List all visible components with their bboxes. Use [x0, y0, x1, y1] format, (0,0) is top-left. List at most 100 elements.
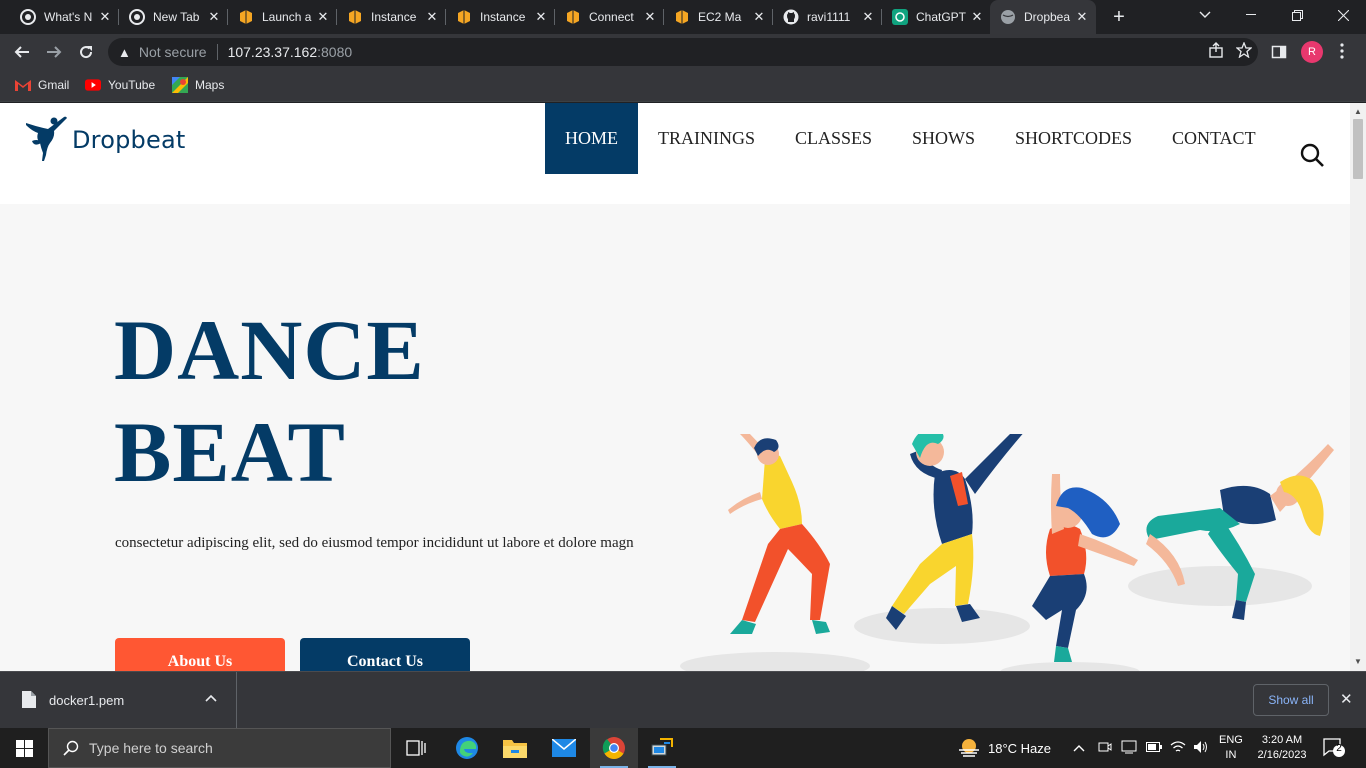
file-explorer-icon[interactable]: [491, 728, 539, 768]
nav-shortcodes[interactable]: SHORTCODES: [995, 103, 1152, 174]
tab-search-chevron-icon[interactable]: [1182, 0, 1228, 30]
close-tab-icon[interactable]: ✕: [969, 9, 985, 25]
minimize-button[interactable]: [1228, 0, 1274, 30]
page-scrollbar[interactable]: ▲ ▼: [1350, 103, 1366, 671]
tab-ec2[interactable]: EC2 Ma ✕: [664, 0, 773, 34]
warning-icon[interactable]: ▲: [118, 45, 131, 60]
tab-chatgpt[interactable]: ChatGPT ✕: [882, 0, 991, 34]
windows-taskbar: Type here to search 18°C Haze ENG IN 3:2…: [0, 728, 1366, 768]
close-tab-icon[interactable]: ✕: [97, 9, 113, 25]
aws-box-icon: [238, 9, 254, 25]
battery-icon[interactable]: [1146, 740, 1162, 755]
scroll-down-arrow-icon[interactable]: ▼: [1354, 657, 1362, 666]
haze-sun-icon: [959, 739, 979, 757]
chevron-up-icon[interactable]: [205, 691, 217, 705]
close-tab-icon[interactable]: ✕: [642, 9, 658, 25]
more-menu-icon[interactable]: [1340, 43, 1344, 64]
brand-name: Dropbeat: [72, 126, 186, 154]
search-icon: [63, 740, 79, 756]
dancer-logo-icon: [26, 116, 67, 161]
nav-contact[interactable]: CONTACT: [1152, 103, 1276, 174]
tab-instances-1[interactable]: Instance ✕: [337, 0, 446, 34]
tab-new-tab[interactable]: New Tab ✕: [119, 0, 228, 34]
chrome-taskbar-icon[interactable]: [590, 728, 638, 768]
tab-dropbeat[interactable]: Dropbea ✕: [990, 0, 1096, 34]
chrome-icon: [129, 9, 145, 25]
close-tab-icon[interactable]: ✕: [751, 9, 767, 25]
hero-title: DANCE BEAT: [114, 302, 425, 500]
hero-description: consectetur adipiscing elit, sed do eius…: [115, 535, 634, 551]
system-clock[interactable]: 3:20 AM 2/16/2023: [1253, 733, 1311, 763]
contact-us-button[interactable]: Contact Us: [300, 638, 470, 671]
close-shelf-icon[interactable]: ✕: [1340, 690, 1353, 708]
download-filename: docker1.pem: [49, 693, 125, 708]
close-tab-icon[interactable]: ✕: [533, 9, 549, 25]
close-tab-icon[interactable]: ✕: [424, 9, 440, 25]
url-port: :8080: [317, 44, 353, 60]
forward-button[interactable]: [41, 39, 67, 65]
bookmark-youtube[interactable]: YouTube: [85, 77, 155, 93]
site-logo[interactable]: Dropbeat: [24, 115, 185, 165]
aws-box-icon: [674, 9, 690, 25]
wifi-icon[interactable]: [1170, 740, 1186, 757]
task-view-icon[interactable]: [392, 728, 440, 768]
nav-shows[interactable]: SHOWS: [892, 103, 995, 174]
volume-icon[interactable]: [1193, 740, 1209, 757]
close-tab-icon[interactable]: ✕: [315, 9, 331, 25]
bookmark-maps[interactable]: Maps: [172, 77, 224, 93]
url-host: 107.23.37.162: [227, 44, 318, 60]
gmail-icon: [15, 77, 31, 93]
mail-icon[interactable]: [540, 728, 588, 768]
meet-now-icon[interactable]: [1098, 740, 1112, 757]
tab-github[interactable]: ravi1111 ✕: [773, 0, 882, 34]
profile-avatar[interactable]: R: [1301, 41, 1323, 63]
show-all-button[interactable]: Show all: [1253, 684, 1329, 716]
tab-strip: What's N ✕ New Tab ✕ Launch a ✕ Instance…: [0, 0, 1366, 34]
close-window-button[interactable]: [1320, 0, 1366, 30]
bookmark-gmail[interactable]: Gmail: [15, 77, 69, 93]
scrollbar-thumb[interactable]: [1353, 119, 1363, 179]
remote-connection-icon[interactable]: [638, 728, 686, 768]
notification-center-icon[interactable]: 2: [1323, 738, 1345, 763]
bookmarks-bar: Gmail YouTube Maps: [0, 70, 1366, 102]
address-bar[interactable]: ▲ Not secure 107.23.37.162:8080: [108, 38, 1258, 66]
new-tab-button[interactable]: +: [1108, 6, 1130, 28]
share-icon[interactable]: [1208, 42, 1224, 63]
search-icon[interactable]: [1300, 143, 1324, 172]
chrome-icon: [20, 9, 36, 25]
tab-whats-new[interactable]: What's N ✕: [10, 0, 119, 34]
browser-toolbar: ▲ Not secure 107.23.37.162:8080 R: [0, 34, 1366, 70]
taskbar-search-input[interactable]: Type here to search: [48, 728, 391, 768]
bookmark-star-icon[interactable]: [1235, 41, 1253, 63]
close-tab-icon[interactable]: ✕: [860, 9, 876, 25]
aws-box-icon: [347, 9, 363, 25]
close-tab-icon[interactable]: ✕: [206, 9, 222, 25]
language-indicator[interactable]: ENG IN: [1219, 733, 1243, 763]
security-label[interactable]: Not secure: [139, 44, 207, 60]
aws-box-icon: [565, 9, 581, 25]
edge-icon[interactable]: [443, 728, 491, 768]
network-status-icon[interactable]: [1121, 740, 1137, 757]
nav-trainings[interactable]: TRAININGS: [638, 103, 775, 174]
restore-button[interactable]: [1274, 0, 1320, 30]
nav-classes[interactable]: CLASSES: [775, 103, 892, 174]
about-us-button[interactable]: About Us: [115, 638, 285, 671]
nav-home[interactable]: HOME: [545, 103, 638, 174]
scroll-up-arrow-icon[interactable]: ▲: [1354, 107, 1362, 116]
tab-instances-2[interactable]: Instance ✕: [446, 0, 555, 34]
dancers-illustration: [680, 434, 1334, 671]
chevron-up-tray-icon[interactable]: [1073, 740, 1085, 755]
tab-launch[interactable]: Launch a ✕: [228, 0, 337, 34]
maps-icon: [172, 77, 188, 93]
side-panel-icon[interactable]: [1271, 44, 1287, 65]
page-viewport: Dropbeat HOME TRAININGS CLASSES SHOWS SH…: [0, 103, 1350, 671]
github-icon: [783, 9, 799, 25]
reload-button[interactable]: [73, 39, 99, 65]
back-button[interactable]: [9, 39, 35, 65]
notification-count: 2: [1336, 743, 1342, 754]
download-item[interactable]: docker1.pem: [0, 672, 237, 728]
close-tab-icon[interactable]: ✕: [1074, 9, 1090, 25]
tab-connect[interactable]: Connect ✕: [555, 0, 664, 34]
weather-widget[interactable]: 18°C Haze: [957, 728, 1051, 768]
windows-start-icon[interactable]: [0, 728, 48, 768]
